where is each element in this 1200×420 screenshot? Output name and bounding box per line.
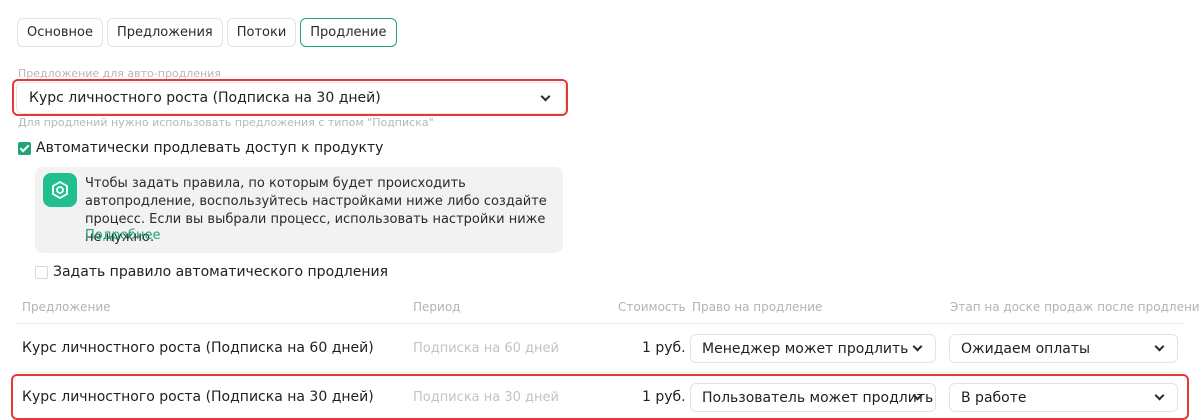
info-box: Чтобы задать правила, по которым будет п… xyxy=(35,167,563,253)
rule-label: Задать правило автоматического продления xyxy=(53,264,389,280)
chevron-down-icon xyxy=(1154,390,1165,401)
hexagon-nut-icon xyxy=(43,173,77,207)
tab-streams[interactable]: Потоки xyxy=(226,18,297,47)
header-cost: Стоимость xyxy=(618,300,686,314)
row-1-stage-select[interactable]: Ожидаем оплаты xyxy=(949,334,1178,363)
renewal-offer-value: Курс личностного роста (Подписка на 30 д… xyxy=(29,90,381,106)
rule-checkbox[interactable] xyxy=(35,265,48,279)
rule-row[interactable]: Задать правило автоматического продления xyxy=(35,264,388,280)
row-2-right-value: Пользователь может продлить xyxy=(702,390,934,406)
header-period: Период xyxy=(413,300,461,314)
row-2-cost: 1 руб. xyxy=(642,389,686,405)
tab-renewal[interactable]: Продление xyxy=(300,18,397,47)
row-1-right-select[interactable]: Менеджер может продлить xyxy=(690,334,936,363)
row-2-offer: Курс личностного роста (Подписка на 30 д… xyxy=(22,389,374,405)
tab-offers[interactable]: Предложения xyxy=(106,18,223,47)
row-1-period: Подписка на 60 дней xyxy=(413,341,559,356)
renewal-offer-hint: Для продлений нужно использовать предлож… xyxy=(18,116,434,129)
auto-renew-checkbox[interactable] xyxy=(18,141,31,155)
row-2-period: Подписка на 30 дней xyxy=(413,390,559,405)
header-offer: Предложение xyxy=(22,300,111,314)
row-1-right-value: Менеджер может продлить xyxy=(702,341,909,357)
renewal-offer-select[interactable]: Курс личностного роста (Подписка на 30 д… xyxy=(16,82,566,114)
row-1-stage-value: Ожидаем оплаты xyxy=(961,341,1091,357)
row-2-stage-select[interactable]: В работе xyxy=(949,383,1178,412)
learn-more-link[interactable]: Подробнее xyxy=(85,228,160,243)
tab-main[interactable]: Основное xyxy=(17,18,103,47)
renewal-offer-label: Предложение для авто-продления xyxy=(18,67,222,80)
row-1-offer: Курс личностного роста (Подписка на 60 д… xyxy=(22,340,374,356)
table-divider xyxy=(16,323,1184,324)
row-2-stage-value: В работе xyxy=(961,390,1027,406)
header-stage: Этап на доске продаж после продления xyxy=(950,300,1200,314)
chevron-down-icon xyxy=(912,341,923,352)
table-divider xyxy=(16,372,1184,373)
header-right: Право на продление xyxy=(692,300,823,314)
tab-bar: Основное Предложения Потоки Продление xyxy=(17,18,397,47)
auto-renew-row[interactable]: Автоматически продлевать доступ к продук… xyxy=(18,140,383,156)
chevron-down-icon xyxy=(540,91,551,102)
auto-renew-label: Автоматически продлевать доступ к продук… xyxy=(36,140,384,156)
chevron-down-icon xyxy=(1154,341,1165,352)
row-2-right-select[interactable]: Пользователь может продлить xyxy=(690,383,936,412)
row-1-cost: 1 руб. xyxy=(642,340,686,356)
